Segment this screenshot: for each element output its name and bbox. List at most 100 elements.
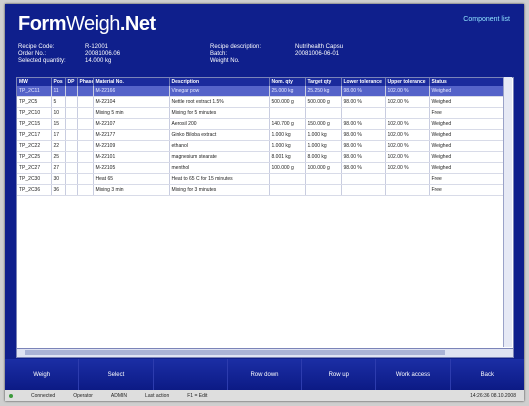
table-cell: TP_2C30 bbox=[17, 173, 52, 185]
table-row[interactable]: TP_2C10 10 Mixing 5 min Mixing for 5 minute… bbox=[17, 107, 506, 119]
table-cell: TP_2C10 bbox=[17, 107, 52, 119]
table-row[interactable]: TP_2C11 11 M-22166 Vinegar pow 25.000 kg 25.2… bbox=[17, 86, 506, 97]
table-cell: 500.000 g bbox=[269, 96, 306, 108]
work-access-button[interactable]: Work access bbox=[376, 359, 451, 390]
table-cell bbox=[269, 184, 306, 196]
table-row[interactable]: TP_2C15 15 M-22107 Aerosil 200 140.700 g 150.… bbox=[17, 118, 506, 130]
table-cell: Heat 65 bbox=[93, 173, 170, 185]
vertical-scrollbar[interactable] bbox=[503, 77, 512, 347]
table-cell: Weighed bbox=[429, 162, 506, 174]
header: FormWeigh.Net Component list Recipe Code… bbox=[5, 4, 524, 74]
table-cell: Aerosil 200 bbox=[169, 118, 270, 130]
table-row[interactable]: TP_2C30 30 Heat 65 Heat to 65 C for 15 minu… bbox=[17, 173, 506, 185]
table-row[interactable]: TP_2C27 27 M-22105 menthol 100.000 g 100.000 … bbox=[17, 162, 506, 174]
table-cell: Heat to 65 C for 15 minutes bbox=[169, 173, 270, 185]
table-cell: 8.000 kg bbox=[305, 151, 342, 163]
table-cell: M-22107 bbox=[93, 118, 170, 130]
table-cell bbox=[65, 173, 78, 185]
column-header: Pos bbox=[51, 78, 66, 86]
weigh-button[interactable]: Weigh bbox=[5, 359, 80, 390]
recipe-values-2: Nutrihealth Capsu 20081006-06-01 bbox=[295, 44, 344, 57]
table-cell bbox=[341, 173, 386, 185]
table-cell: 98.00 % bbox=[341, 140, 386, 152]
table-cell bbox=[65, 118, 78, 130]
table-row[interactable]: TP_2C36 36 Mixing 3 min Mixing for 3 minute… bbox=[17, 184, 506, 196]
select-button[interactable]: Select bbox=[79, 359, 154, 390]
table-cell bbox=[77, 129, 94, 141]
table-cell bbox=[65, 129, 78, 141]
table-row[interactable]: TP_2C22 22 M-22109 ethanol 1.000 kg 1.000 kg 9… bbox=[17, 140, 506, 152]
table-cell: 1.000 kg bbox=[305, 140, 342, 152]
table-cell: 98.00 % bbox=[341, 118, 386, 130]
table-cell: 102.00 % bbox=[385, 96, 430, 108]
table-cell bbox=[77, 86, 94, 97]
table-cell bbox=[385, 184, 430, 196]
table-cell: M-22101 bbox=[93, 151, 170, 163]
table-cell: 1.000 kg bbox=[269, 140, 306, 152]
table-cell bbox=[65, 162, 78, 174]
scrollbar-thumb[interactable] bbox=[25, 350, 445, 355]
table-cell: 5 bbox=[51, 96, 66, 108]
table-cell: TP_2C17 bbox=[17, 129, 52, 141]
status-bar: Connected Operator ADMIN Last action F1 … bbox=[5, 390, 524, 401]
horizontal-scrollbar[interactable] bbox=[16, 348, 514, 358]
table-cell: 102.00 % bbox=[385, 151, 430, 163]
table-cell: 102.00 % bbox=[385, 129, 430, 141]
recipe-table[interactable]: MW Pos DP Phase Material No. Description Nom. … bbox=[16, 77, 514, 349]
table-cell: Vinegar pow bbox=[169, 86, 270, 97]
status-operator: Operator bbox=[73, 392, 93, 399]
table-cell: TP_2C5 bbox=[17, 96, 52, 108]
table-row[interactable]: TP_2C25 25 M-22101 magnesium stearate 8.001 … bbox=[17, 151, 506, 163]
table-cell bbox=[269, 173, 306, 185]
table-cell: 25 bbox=[51, 151, 66, 163]
table-cell bbox=[65, 96, 78, 108]
table-cell: 27 bbox=[51, 162, 66, 174]
table-cell: TP_2C27 bbox=[17, 162, 52, 174]
table-cell: Free bbox=[429, 173, 506, 185]
table-header: MW Pos DP Phase Material No. Description Nom. … bbox=[17, 78, 506, 86]
table-cell: 1.000 kg bbox=[269, 129, 306, 141]
table-cell: 11 bbox=[51, 86, 66, 97]
table-cell: TP_2C36 bbox=[17, 184, 52, 196]
column-header: Target qty bbox=[305, 78, 342, 86]
table-cell: Mixing for 5 minutes bbox=[169, 107, 270, 119]
column-header: Phase bbox=[77, 78, 94, 86]
table-cell: 98.00 % bbox=[341, 129, 386, 141]
table-cell: 98.00 % bbox=[341, 162, 386, 174]
table-cell: 500.000 g bbox=[305, 96, 342, 108]
table-cell: menthol bbox=[169, 162, 270, 174]
table-cell: Mixing 3 min bbox=[93, 184, 170, 196]
table-cell: 10 bbox=[51, 107, 66, 119]
table-cell bbox=[65, 184, 78, 196]
table-cell bbox=[341, 107, 386, 119]
table-cell: ethanol bbox=[169, 140, 270, 152]
table-cell: M-22109 bbox=[93, 140, 170, 152]
table-row[interactable]: TP_2C5 5 M-22104 Nettle root extract 1.5% 50… bbox=[17, 96, 506, 108]
table-cell: Weighed bbox=[429, 140, 506, 152]
table-cell: Mixing for 3 minutes bbox=[169, 184, 270, 196]
table-cell: Mixing 5 min bbox=[93, 107, 170, 119]
row-down-button[interactable]: Row down bbox=[227, 359, 303, 390]
table-cell: 150.000 g bbox=[305, 118, 342, 130]
table-cell: 102.00 % bbox=[385, 118, 430, 130]
table-row[interactable]: TP_2C17 17 M-22177 Ginko Biloba extract 1.00… bbox=[17, 129, 506, 141]
back-button[interactable]: Back bbox=[450, 359, 524, 390]
column-header: MW bbox=[17, 78, 52, 86]
table-cell: 36 bbox=[51, 184, 66, 196]
table-cell: Free bbox=[429, 184, 506, 196]
table-cell: 140.700 g bbox=[269, 118, 306, 130]
table-cell: M-22177 bbox=[93, 129, 170, 141]
table-cell: Weighed bbox=[429, 86, 506, 97]
row-up-button[interactable]: Row up bbox=[302, 359, 377, 390]
component-list-link[interactable]: Component list bbox=[463, 16, 510, 23]
recipe-labels: Recipe Code: Order No.: Selected quantity: bbox=[18, 44, 66, 64]
table-cell: Weighed bbox=[429, 129, 506, 141]
table-cell: TP_2C11 bbox=[17, 86, 52, 97]
table-cell: 8.001 kg bbox=[269, 151, 306, 163]
table-cell: Weighed bbox=[429, 118, 506, 130]
table-cell: TP_2C15 bbox=[17, 118, 52, 130]
table-cell: 100.000 g bbox=[305, 162, 342, 174]
table-cell: M-22105 bbox=[93, 162, 170, 174]
empty-button[interactable] bbox=[153, 359, 228, 390]
table-cell: 17 bbox=[51, 129, 66, 141]
